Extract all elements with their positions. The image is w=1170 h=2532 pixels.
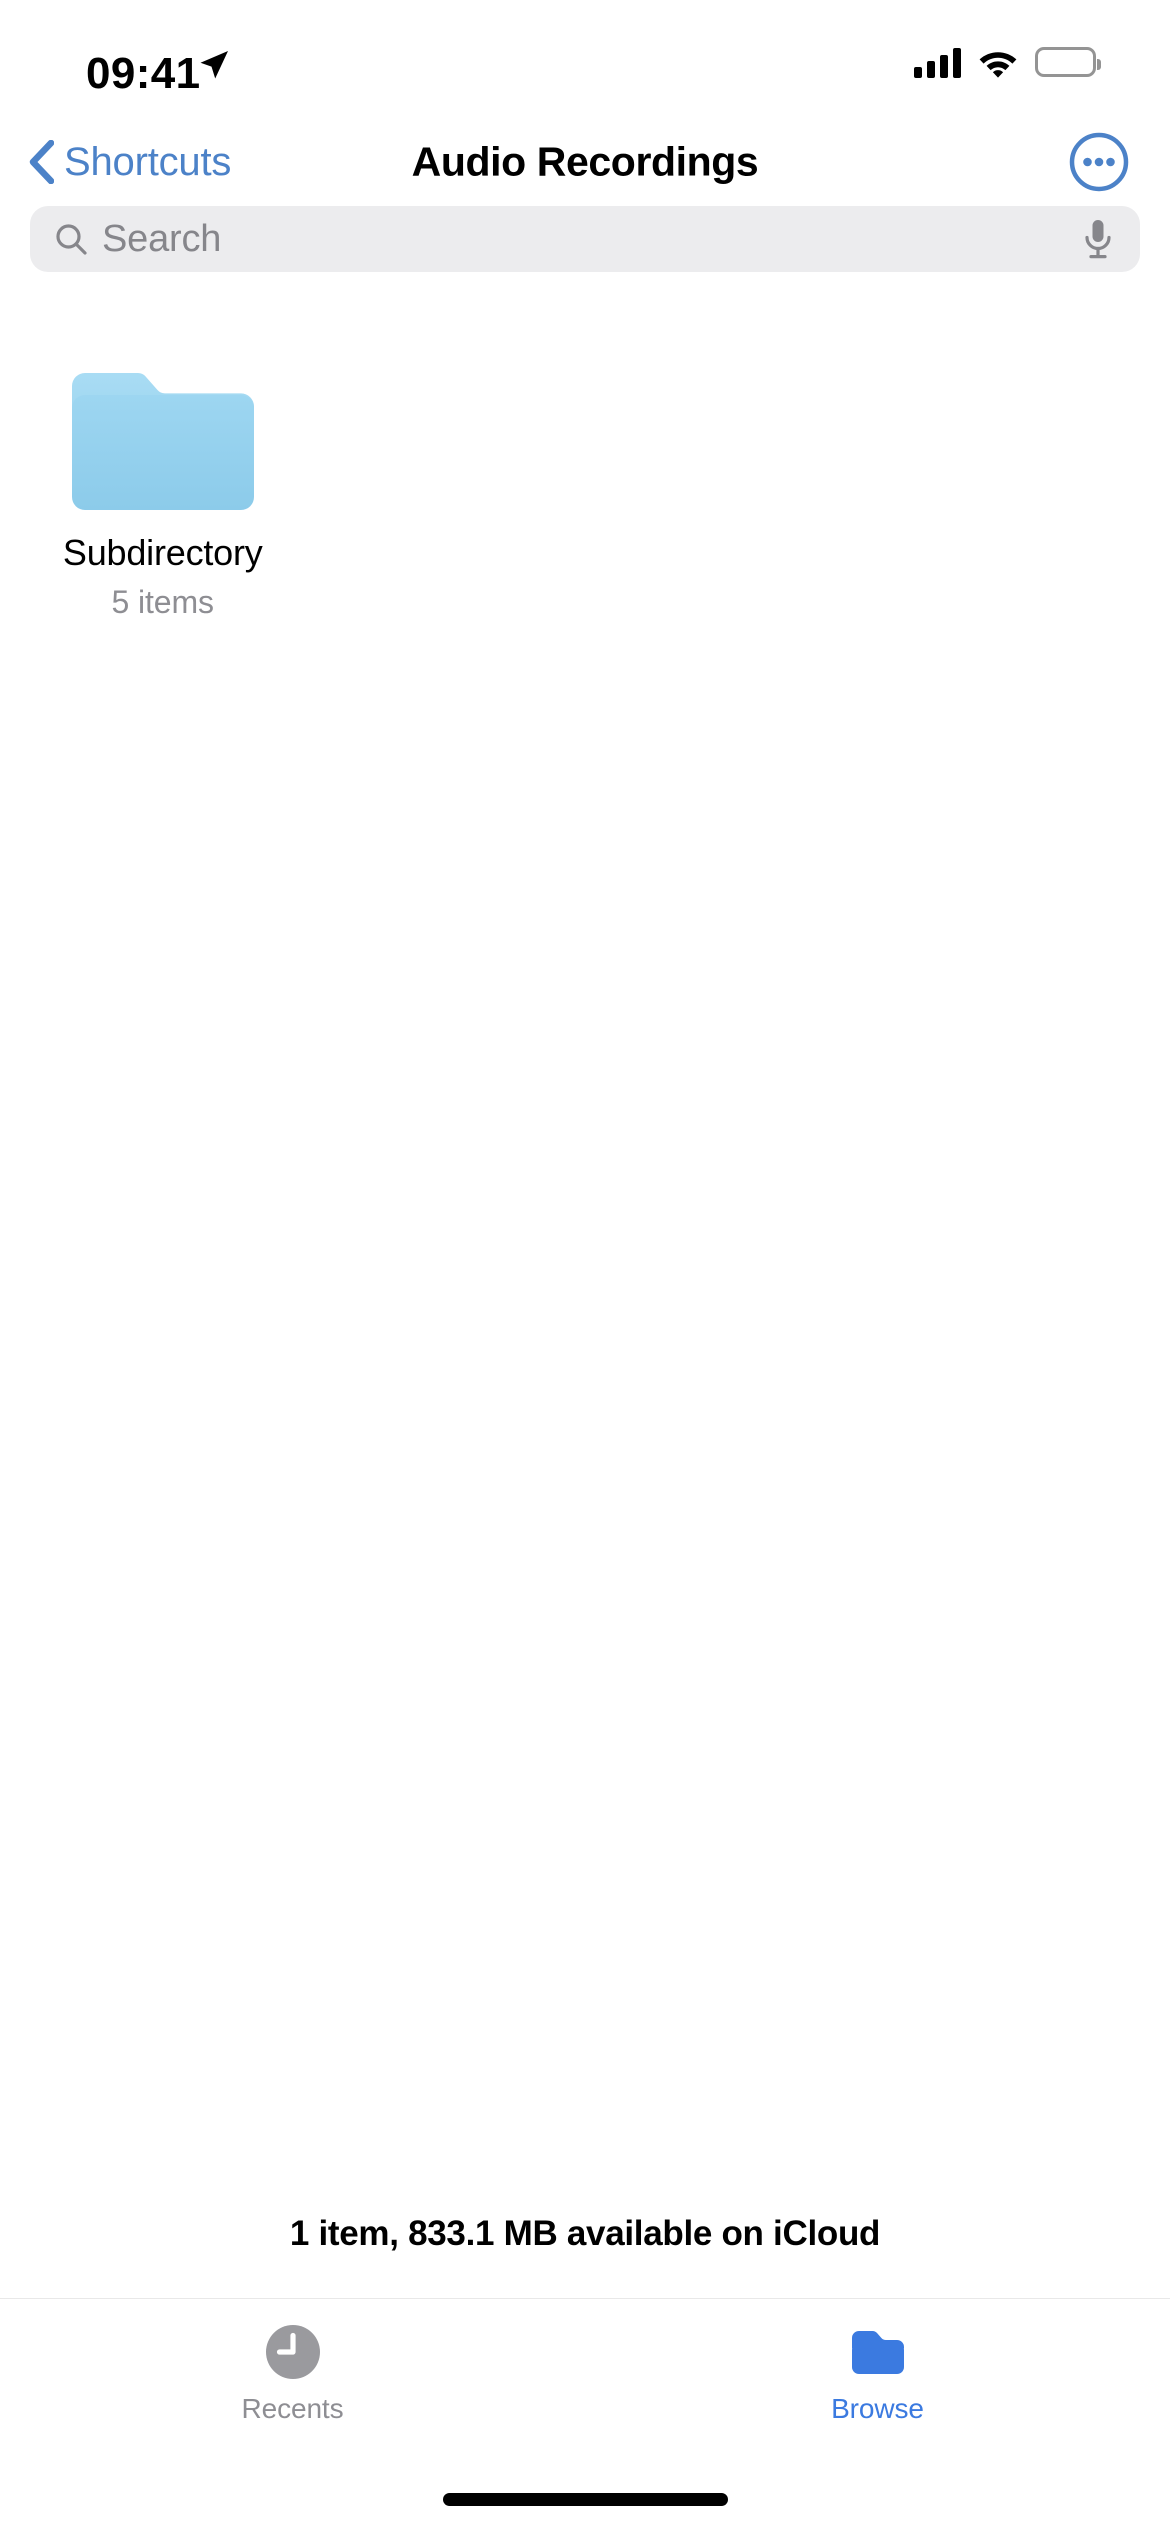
search-bar-container: Search (0, 206, 1170, 300)
tab-browse-label: Browse (831, 2393, 924, 2424)
page-title: Audio Recordings (411, 138, 759, 185)
home-indicator[interactable] (442, 2492, 728, 2506)
wifi-icon (977, 46, 1019, 78)
folder-icon (68, 362, 258, 514)
status-bar-time: 09:41 (86, 49, 201, 98)
tab-browse[interactable]: Browse (585, 2321, 1170, 2423)
tab-bar: Recents Browse (0, 2298, 1170, 2466)
files-app-screen: 09:41 Shortcuts Audio Recordings Search … (0, 0, 1170, 2532)
location-arrow-icon (196, 48, 230, 82)
ellipsis-circle-icon[interactable] (1068, 131, 1130, 193)
back-button[interactable]: Shortcuts (28, 140, 231, 184)
file-item-subdirectory[interactable]: Subdirectory 5 items (22, 362, 304, 620)
home-indicator-area (0, 2466, 1170, 2532)
status-bar-indicators (914, 46, 1101, 78)
storage-status-text: 1 item, 833.1 MB available on iCloud (289, 2214, 881, 2253)
search-input[interactable]: Search (30, 206, 1140, 272)
tab-recents-label: Recents (241, 2393, 344, 2424)
folder-icon (847, 2321, 909, 2383)
battery-full-icon (1035, 47, 1101, 77)
file-item-name: Subdirectory (62, 532, 263, 573)
search-placeholder: Search (102, 218, 222, 260)
magnifying-glass-icon (54, 222, 88, 256)
status-bar: 09:41 (0, 0, 1170, 118)
chevron-left-icon (28, 140, 54, 184)
file-item-subtitle: 5 items (111, 583, 215, 620)
clock-icon (262, 2321, 324, 2383)
tab-recents[interactable]: Recents (0, 2321, 585, 2423)
file-grid-container: Subdirectory 5 items (0, 300, 1170, 2214)
navigation-bar: Shortcuts Audio Recordings (0, 118, 1170, 206)
microphone-icon[interactable] (1082, 218, 1114, 260)
file-grid: Subdirectory 5 items (0, 362, 1170, 620)
cellular-bars-icon (914, 46, 961, 78)
back-button-label: Shortcuts (64, 140, 232, 184)
